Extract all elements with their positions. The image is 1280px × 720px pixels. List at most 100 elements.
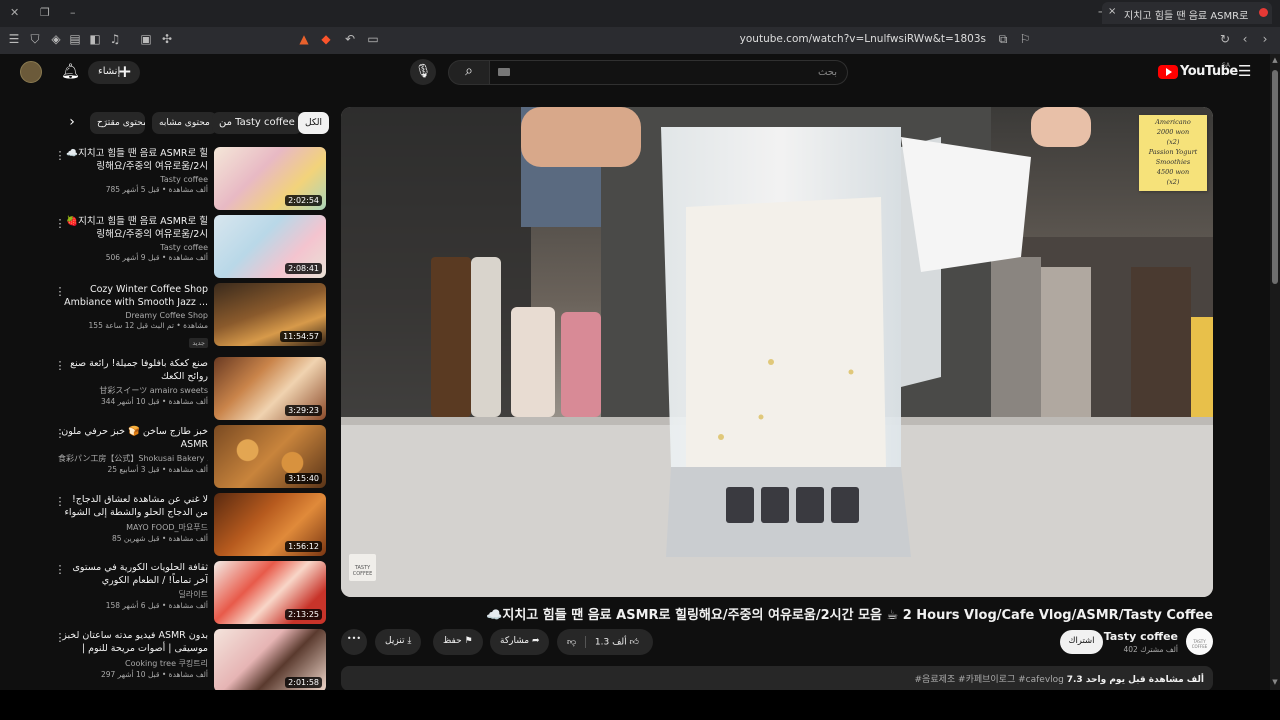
duration-badge: 11:54:57 <box>280 331 322 342</box>
more-icon[interactable]: ⋮ <box>54 149 66 162</box>
more-icon[interactable]: ⋮ <box>54 359 66 372</box>
puzzle-icon[interactable]: ✣ <box>159 32 175 46</box>
list-item[interactable]: 1:56:12 لا غني عن مشاهدة لعشاق الدجاج! م… <box>54 493 328 557</box>
save-button[interactable]: حفظ ⚑ <box>433 629 483 655</box>
tab-close-icon[interactable]: × <box>1108 6 1116 17</box>
scrollbar-thumb[interactable] <box>1272 70 1278 284</box>
download-button[interactable]: تنزيل ⤓ <box>375 629 422 655</box>
channel-name[interactable]: Dreamy Coffee Shop <box>58 311 208 320</box>
channel-name[interactable]: Tasty coffee <box>58 243 208 252</box>
share-label: مشاركة <box>500 636 530 646</box>
channel-name[interactable]: Cooking tree 쿠킹트리 <box>58 658 208 669</box>
channel-name[interactable]: 딜라이트 <box>58 589 208 600</box>
thumbnail[interactable]: 2:13:25 <box>214 561 326 624</box>
browser-tab[interactable]: × 지치고 힘들 땐 음료 ASMR로 <box>1102 2 1272 24</box>
keyboard-icon[interactable] <box>498 68 510 76</box>
scroll-up-icon[interactable]: ▲ <box>1270 56 1280 64</box>
thumbnail[interactable]: 2:08:41 <box>214 215 326 278</box>
video-title[interactable]: لا غني عن مشاهدة لعشاق الدجاج! من الدجاج… <box>58 493 208 520</box>
more-icon[interactable]: ⋮ <box>54 285 66 298</box>
more-actions-button[interactable]: ••• <box>341 629 367 655</box>
list-item[interactable]: 2:01:58 فيديو مدته ساعتان لخبز ASMR بدون… <box>54 629 328 693</box>
channel-name[interactable]: MAYO FOOD_마요푸드 <box>58 522 208 533</box>
watermark-text: TASTY COFFEE <box>352 565 373 577</box>
scrollbar[interactable]: ▲ ▼ <box>1270 54 1280 690</box>
brave-shield-icon[interactable]: ◆ <box>318 32 334 46</box>
nav-back-icon[interactable]: ‹ <box>1237 32 1253 46</box>
cast-icon[interactable]: ▭ <box>365 32 381 46</box>
more-icon[interactable]: ⋮ <box>54 563 66 576</box>
thumbnail[interactable]: 11:54:57 <box>214 283 326 346</box>
list-item[interactable]: 11:54:57 Cozy Winter Coffee Shop Ambianc… <box>54 283 328 353</box>
more-icon[interactable]: ⋮ <box>54 427 66 440</box>
address-bar[interactable]: youtube.com/watch?v=LnulfwsiRWw&t=1803s <box>620 33 986 45</box>
back-arrow-icon[interactable]: ↶ <box>342 32 358 46</box>
description-tags[interactable]: #음료제조 #카페브이로그 #cafevlog <box>915 675 1064 685</box>
video-title[interactable]: Cozy Winter Coffee Shop Ambiance with Sm… <box>58 283 208 309</box>
video-title[interactable]: ثقافة الحلويات الكورية في مستوى آخر تمام… <box>58 561 208 587</box>
thumbnail[interactable]: 3:15:40 <box>214 425 326 488</box>
chip-related[interactable]: محتوى مشابه <box>152 112 217 134</box>
channel-name[interactable]: 食彩パン工房【公式】Shokusai Bakery ... <box>58 453 208 464</box>
video-title[interactable]: 🍓지치고 힘들 땐 음료 ASMR로 힐링해요/주중의 여유로움/2시 <box>58 215 208 241</box>
guide-menu-icon[interactable]: ☰ <box>1238 62 1251 80</box>
thumbnail[interactable]: 3:29:23 <box>214 357 326 420</box>
list-item[interactable]: 3:29:23 صنع كعكة بافلوفا جميلة! رائعة صن… <box>54 357 328 421</box>
copy-icon[interactable]: ⧉ <box>995 32 1011 47</box>
channel-name[interactable]: Tasty coffee <box>58 175 208 184</box>
scroll-down-icon[interactable]: ▼ <box>1270 678 1280 686</box>
mic-icon[interactable]: 🎙︎ <box>410 59 436 85</box>
list-item[interactable]: 2:13:25 ثقافة الحلويات الكورية في مستوى … <box>54 561 328 625</box>
extension-icon[interactable]: ◈ <box>48 32 64 46</box>
description-box[interactable]: #음료제조 #카페브이로그 #cafevlog 7.3 ألف مشاهدة ق… <box>341 666 1213 691</box>
video-title[interactable]: خبز طازج ساخن 🍞 خبز حرفي ملون ASMR <box>58 425 208 451</box>
youtube-page: 🔔︎ إنشاء + 🎙︎ ⌕ بحث YouTube SA ☰ › محتوى… <box>0 54 1280 720</box>
youtube-logo[interactable]: YouTube SA <box>1158 62 1238 82</box>
window-restore-icon[interactable]: ❐ <box>40 6 50 19</box>
video-title[interactable]: ☁️지치고 힘들 땐 음료 ASMR로 힐링해요/주중의 여유로움/2시 <box>58 147 208 173</box>
video-player[interactable]: Americano 2000 won (x2) Passion Yogurt S… <box>341 107 1213 597</box>
chip-all[interactable]: الكل <box>298 112 330 134</box>
channel-avatar[interactable]: TASTY COFFEE <box>1186 628 1213 655</box>
bell-icon[interactable]: 🔔︎ <box>61 62 80 80</box>
nav-forward-icon[interactable]: › <box>1257 32 1273 46</box>
avatar[interactable] <box>20 61 42 83</box>
share-button[interactable]: مشاركة ➦ <box>490 629 550 655</box>
thumbnail[interactable]: 1:56:12 <box>214 493 326 556</box>
more-icon[interactable]: ⋮ <box>54 217 66 230</box>
channel-watermark[interactable]: TASTY COFFEE <box>349 554 376 581</box>
window-close-icon[interactable]: ✕ <box>10 6 19 19</box>
like-count[interactable]: 1.3 ألف <box>595 638 627 648</box>
chip-from-channel[interactable]: من Tasty coffee <box>212 112 302 134</box>
video-title[interactable]: صنع كعكة بافلوفا جميلة! رائعة صنع روائح … <box>58 357 208 383</box>
video-title[interactable]: فيديو مدته ساعتان لخبز ASMR بدون موسيقى … <box>58 629 208 656</box>
chevron-right-icon[interactable]: › <box>62 114 82 130</box>
shield-icon[interactable]: ⛉ <box>27 32 43 47</box>
menu-icon[interactable]: ☰ <box>6 32 22 46</box>
screenshot-icon[interactable]: ▣ <box>138 32 154 46</box>
bookmark-icon[interactable]: ⚐ <box>1017 32 1033 46</box>
thumbnail[interactable]: 2:01:58 <box>214 629 326 692</box>
country-code: SA <box>1222 62 1231 69</box>
sidebar-icon[interactable]: ◧ <box>87 32 103 46</box>
description-views: 7.3 ألف مشاهدة قبل يوم واحد <box>1066 675 1204 685</box>
reload-icon[interactable]: ↻ <box>1217 32 1233 46</box>
list-item[interactable]: 2:02:54 ☁️지치고 힘들 땐 음료 ASMR로 힐링해요/주중의 여유로… <box>54 147 328 211</box>
list-item[interactable]: 2:08:41 🍓지치고 힘들 땐 음료 ASMR로 힐링해요/주중의 여유로움… <box>54 215 328 279</box>
create-button[interactable]: إنشاء + <box>88 61 140 84</box>
channel-name[interactable]: 甘彩スイーツ amairo sweets <box>58 385 208 396</box>
music-icon[interactable]: ♫ <box>107 32 123 46</box>
list-item[interactable]: 3:15:40 خبز طازج ساخن 🍞 خبز حرفي ملون AS… <box>54 425 328 489</box>
search-input[interactable]: بحث <box>490 60 848 85</box>
aurora-icon[interactable]: ▲ <box>296 32 312 46</box>
thumbnail[interactable]: 2:02:54 <box>214 147 326 210</box>
more-icon[interactable]: ⋮ <box>54 631 66 644</box>
chip-suggested[interactable]: محتوى مقترَح <box>90 112 145 134</box>
window-minimize-icon[interactable]: – <box>70 6 76 19</box>
tabs-icon[interactable]: ▤ <box>67 32 83 46</box>
more-icon[interactable]: ⋮ <box>54 495 66 508</box>
channel-name[interactable]: Tasty coffee <box>1090 630 1178 643</box>
search-button[interactable]: ⌕ <box>448 60 490 85</box>
like-icon[interactable]: 👍︎ <box>630 638 639 648</box>
dislike-icon[interactable]: 👎︎ <box>567 638 576 648</box>
